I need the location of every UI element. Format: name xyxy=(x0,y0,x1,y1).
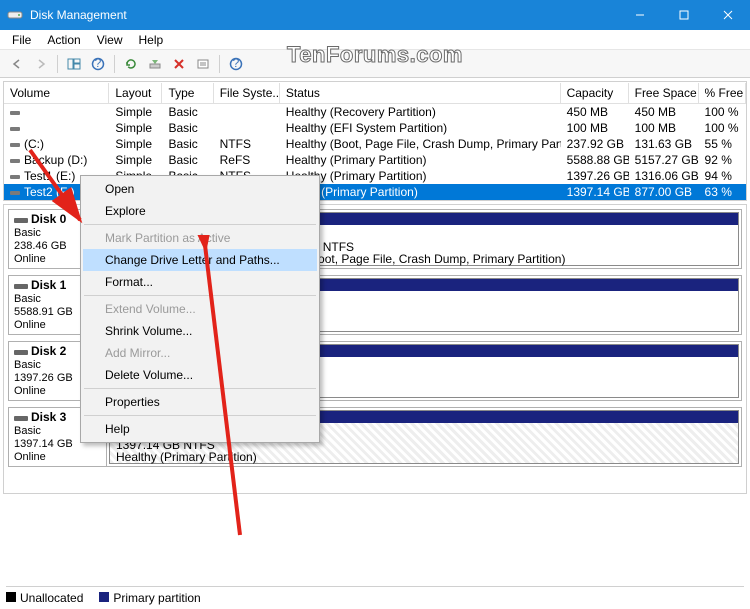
maximize-button[interactable] xyxy=(662,0,706,30)
col-free[interactable]: Free Space xyxy=(629,83,699,103)
ctx-extend: Extend Volume... xyxy=(83,298,317,320)
ctx-add-mirror: Add Mirror... xyxy=(83,342,317,364)
col-layout[interactable]: Layout xyxy=(109,83,162,103)
col-capacity[interactable]: Capacity xyxy=(561,83,629,103)
partition[interactable]: (C:)237.92 GB NTFSHealthy (Boot, Page Fi… xyxy=(255,212,739,266)
close-button[interactable] xyxy=(706,0,750,30)
app-icon xyxy=(6,6,24,24)
volume-row[interactable]: SimpleBasicHealthy (EFI System Partition… xyxy=(4,120,746,136)
menubar: File Action View Help xyxy=(0,30,750,50)
col-volume[interactable]: Volume xyxy=(4,83,109,103)
volume-row[interactable]: SimpleBasicHealthy (Recovery Partition)4… xyxy=(4,104,746,120)
ctx-mark-active: Mark Partition as Active xyxy=(83,227,317,249)
menu-action[interactable]: Action xyxy=(41,31,86,49)
col-pct[interactable]: % Free xyxy=(699,83,747,103)
minimize-button[interactable] xyxy=(618,0,662,30)
titlebar: Disk Management xyxy=(0,0,750,30)
ctx-help[interactable]: Help xyxy=(83,418,317,440)
forward-button[interactable] xyxy=(30,53,52,75)
legend: Unallocated Primary partition xyxy=(6,586,744,605)
ctx-open[interactable]: Open xyxy=(83,178,317,200)
col-type[interactable]: Type xyxy=(162,83,213,103)
ctx-explore[interactable]: Explore xyxy=(83,200,317,222)
menu-help[interactable]: Help xyxy=(133,31,170,49)
toolbar: ? ? xyxy=(0,50,750,78)
window-title: Disk Management xyxy=(30,8,618,22)
col-fs[interactable]: File Syste... xyxy=(214,83,280,103)
col-status[interactable]: Status xyxy=(280,83,561,103)
volume-row[interactable]: (C:)SimpleBasicNTFSHealthy (Boot, Page F… xyxy=(4,136,746,152)
volume-row[interactable]: Backup (D:)SimpleBasicReFSHealthy (Prima… xyxy=(4,152,746,168)
rescan-button[interactable] xyxy=(144,53,166,75)
ctx-delete-volume[interactable]: Delete Volume... xyxy=(83,364,317,386)
properties-button[interactable] xyxy=(192,53,214,75)
layout-button[interactable] xyxy=(63,53,85,75)
refresh-button[interactable] xyxy=(120,53,142,75)
ctx-change-drive-letter[interactable]: Change Drive Letter and Paths... xyxy=(83,249,317,271)
menu-view[interactable]: View xyxy=(91,31,129,49)
help2-button[interactable]: ? xyxy=(225,53,247,75)
ctx-shrink[interactable]: Shrink Volume... xyxy=(83,320,317,342)
menu-file[interactable]: File xyxy=(6,31,37,49)
help-button[interactable]: ? xyxy=(87,53,109,75)
delete-button[interactable] xyxy=(168,53,190,75)
context-menu: Open Explore Mark Partition as Active Ch… xyxy=(80,175,320,443)
svg-text:?: ? xyxy=(95,57,102,70)
legend-unallocated: Unallocated xyxy=(20,591,83,605)
legend-primary: Primary partition xyxy=(113,591,200,605)
column-headers[interactable]: Volume Layout Type File Syste... Status … xyxy=(4,82,746,104)
svg-text:?: ? xyxy=(233,57,240,70)
back-button[interactable] xyxy=(6,53,28,75)
ctx-format[interactable]: Format... xyxy=(83,271,317,293)
ctx-properties[interactable]: Properties xyxy=(83,391,317,413)
